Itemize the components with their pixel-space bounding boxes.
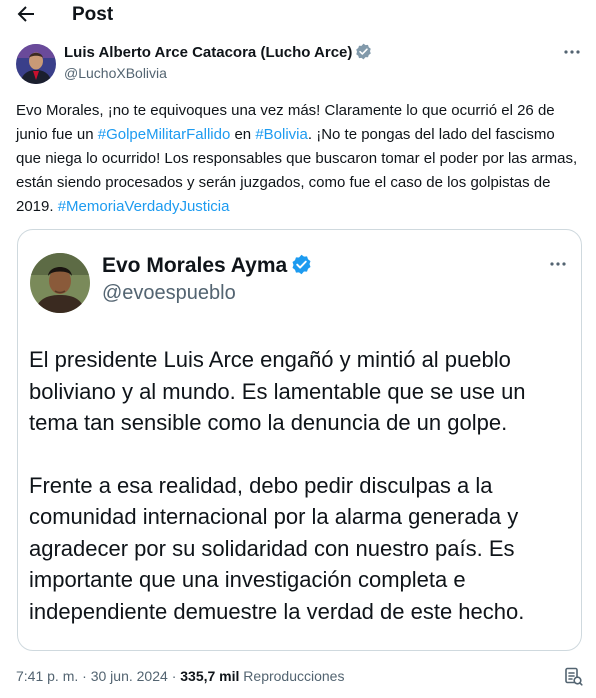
author-name[interactable]: Luis Alberto Arce Catacora (Lucho Arce) [64, 44, 352, 61]
page-title: Post [72, 4, 114, 25]
post-time[interactable]: 7:41 p. m. [16, 668, 78, 684]
back-arrow-icon[interactable] [14, 2, 38, 26]
separator-dot: · [171, 668, 177, 684]
more-options-icon[interactable] [562, 42, 582, 62]
post-text-part: en [230, 126, 256, 143]
hashtag-link[interactable]: #MemoriaVerdadyJusticia [58, 198, 230, 215]
quoted-more-options-icon[interactable] [548, 254, 568, 274]
post-text: Evo Morales, ¡no te equivoques una vez m… [16, 99, 582, 219]
verified-badge-gray-icon [355, 43, 372, 60]
quoted-author-name[interactable]: Evo Morales Ayma [102, 254, 287, 277]
quoted-post-card[interactable]: Evo Morales Ayma @evoespueblo El preside… [17, 229, 582, 651]
views-label: Reproducciones [243, 668, 345, 684]
hashtag-link[interactable]: #GolpeMilitarFallido [98, 126, 231, 143]
quoted-paragraph: Frente a esa realidad, debo pedir discul… [29, 472, 525, 624]
top-bar: Post [0, 0, 596, 32]
post-analytics-icon[interactable] [563, 666, 583, 686]
views-count: 335,7 mil [180, 668, 240, 684]
author-name-row[interactable]: Luis Alberto Arce Catacora (Lucho Arce) [64, 43, 372, 61]
post-date[interactable]: 30 jun. 2024 [91, 668, 168, 684]
quoted-author-avatar[interactable] [30, 253, 90, 313]
quoted-author-handle[interactable]: @evoespueblo [102, 282, 236, 305]
hashtag-link[interactable]: #Bolivia [255, 126, 308, 143]
quoted-post-text: El presidente Luis Arce engañó y mintió … [29, 344, 574, 627]
verified-badge-blue-icon [291, 254, 312, 275]
author-avatar[interactable] [16, 44, 56, 84]
quoted-author-name-row[interactable]: Evo Morales Ayma [102, 254, 312, 278]
post-meta: 7:41 p. m. · 30 jun. 2024 · 335,7 mil Re… [16, 668, 344, 684]
separator-dot: · [82, 668, 87, 684]
quoted-paragraph: El presidente Luis Arce engañó y mintió … [29, 347, 526, 435]
author-handle[interactable]: @LuchoXBolivia [64, 65, 167, 81]
